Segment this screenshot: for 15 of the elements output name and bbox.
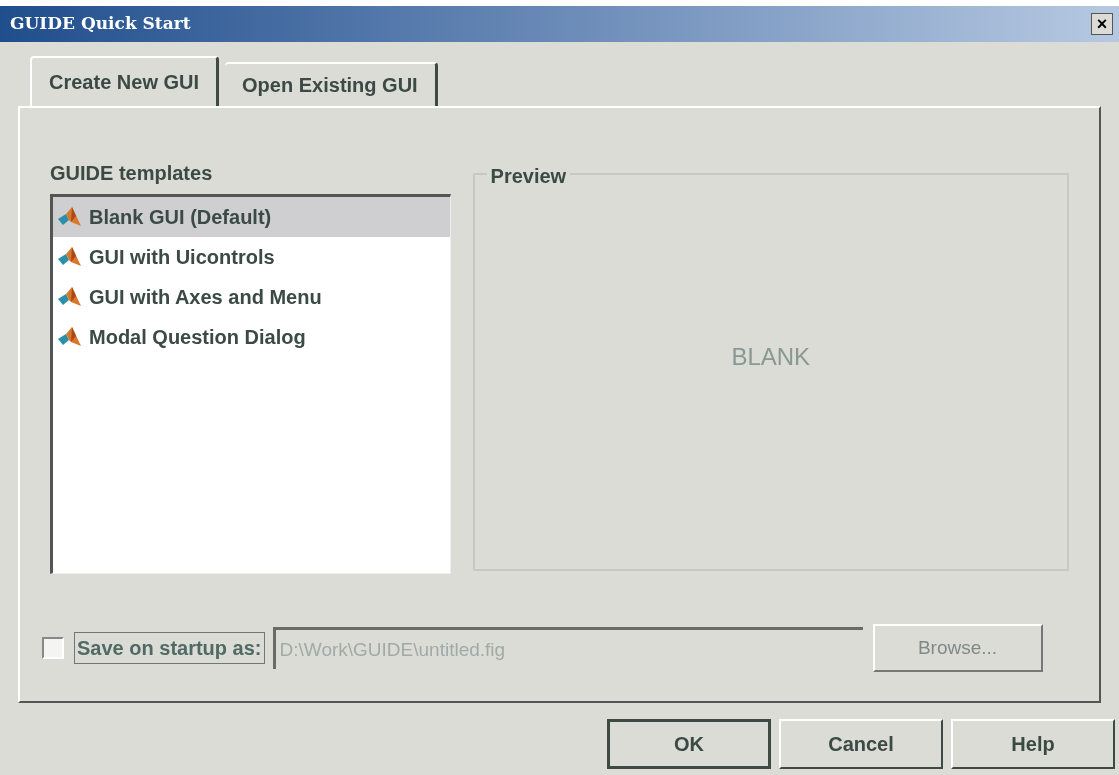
preview-text: BLANK — [731, 342, 811, 372]
templates-label: GUIDE templates — [50, 161, 214, 186]
peak-icon — [57, 326, 83, 348]
window-title: GUIDE Quick Start — [10, 12, 191, 36]
peak-icon — [57, 206, 83, 228]
peak-icon — [57, 246, 83, 268]
close-button[interactable]: × — [1091, 13, 1113, 35]
dialog-button[interactable]: Cancel — [779, 719, 943, 769]
template-item[interactable]: Blank GUI (Default) — [53, 197, 450, 237]
dialog-button[interactable]: OK — [607, 719, 771, 769]
tab[interactable]: Open Existing GUI — [225, 62, 438, 106]
peak-icon — [57, 286, 83, 308]
dialog-button[interactable]: Help — [951, 719, 1115, 769]
save-label: Save on startup as: — [74, 632, 265, 664]
tab[interactable]: Create New GUI — [30, 56, 220, 106]
